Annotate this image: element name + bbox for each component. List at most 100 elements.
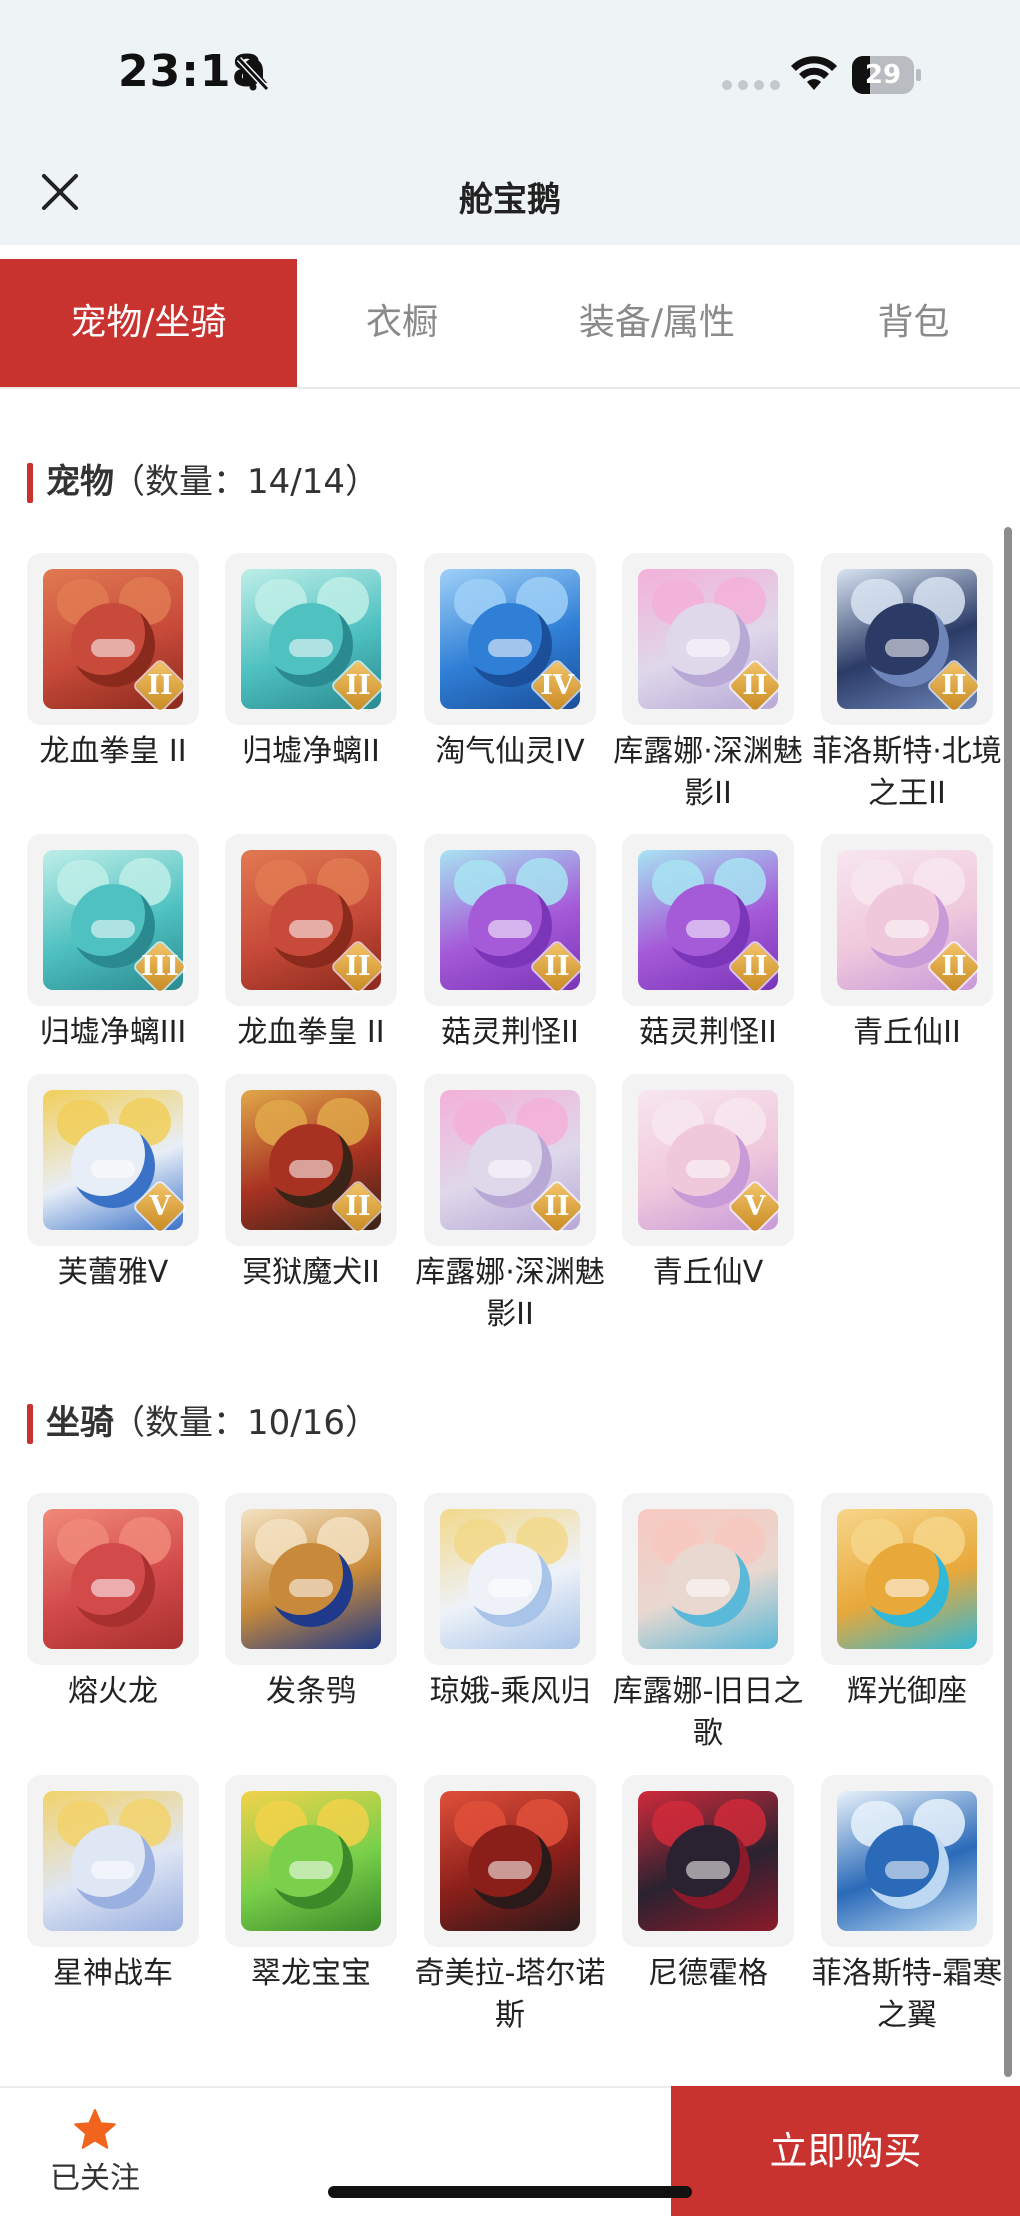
- pet-thumbnail: III: [27, 834, 199, 1006]
- rank-badge-text: II: [544, 951, 570, 982]
- rank-badge: II: [332, 941, 384, 993]
- mount-portrait-image: [837, 1791, 977, 1931]
- mount-item[interactable]: 熔火龙: [27, 1493, 199, 1713]
- pet-label: 菲洛斯特·北境之王II: [812, 734, 1002, 811]
- pet-thumbnail: II: [225, 1074, 397, 1246]
- pet-thumbnail: V: [27, 1074, 199, 1246]
- pet-item[interactable]: II 龙血拳皇 II: [225, 834, 397, 1054]
- tab-wardrobe[interactable]: 衣橱: [297, 259, 507, 387]
- mount-label: 尼德霍格: [648, 1956, 768, 1991]
- rank-badge: II: [134, 660, 186, 712]
- bell-muted-icon: [236, 56, 270, 92]
- mount-item[interactable]: 尼德霍格: [622, 1775, 794, 1995]
- mount-item[interactable]: 翠龙宝宝: [225, 1775, 397, 1995]
- tab-bar: 宠物/坐骑 衣橱 装备/属性 背包: [0, 259, 1020, 389]
- mount-item[interactable]: 辉光御座: [821, 1493, 993, 1713]
- mount-label: 熔火龙: [68, 1674, 158, 1709]
- mount-thumbnail: [821, 1775, 993, 1947]
- mount-item[interactable]: 库露娜-旧日之歌: [613, 1493, 803, 1755]
- pet-thumbnail: II: [424, 834, 596, 1006]
- mount-label: 奇美拉-塔尔诺斯: [414, 1956, 606, 2033]
- pet-label: 菇灵荆怪II: [441, 1015, 579, 1050]
- pet-thumbnail: II: [424, 1074, 596, 1246]
- mount-portrait-image: [440, 1509, 580, 1649]
- pet-label: 芙蕾雅V: [57, 1255, 169, 1290]
- mount-portrait-image: [638, 1791, 778, 1931]
- mount-label: 发条鸮: [266, 1674, 356, 1709]
- pet-thumbnail: II: [622, 553, 794, 725]
- mount-item[interactable]: 琼娥-乘风归: [424, 1493, 596, 1713]
- rank-badge: II: [531, 1181, 583, 1233]
- battery-level-text: 29: [864, 60, 902, 90]
- pet-item[interactable]: IV 淘气仙灵IV: [424, 553, 596, 773]
- pet-item[interactable]: II 青丘仙II: [821, 834, 993, 1054]
- pets-section-count: （数量：14/14）: [111, 462, 379, 502]
- mount-label: 星神战车: [53, 1956, 173, 1991]
- pet-label: 龙血拳皇 II: [39, 734, 187, 769]
- pet-item[interactable]: V 青丘仙V: [622, 1074, 794, 1294]
- mount-label: 琼娥-乘风归: [429, 1674, 591, 1709]
- pet-thumbnail: IV: [424, 553, 596, 725]
- mount-thumbnail: [27, 1493, 199, 1665]
- mount-item[interactable]: 奇美拉-塔尔诺斯: [415, 1775, 605, 2037]
- follow-label[interactable]: 已关注: [40, 2153, 150, 2197]
- mount-label: 辉光御座: [847, 1674, 967, 1709]
- mount-thumbnail: [225, 1775, 397, 1947]
- rank-badge-text: III: [141, 951, 179, 982]
- rank-badge-text: II: [345, 670, 371, 701]
- buy-now-button[interactable]: 立即购买: [671, 2086, 1020, 2216]
- mount-portrait-image: [241, 1509, 381, 1649]
- mount-portrait-image: [241, 1791, 381, 1931]
- pet-item[interactable]: II 归墟净螭II: [225, 553, 397, 773]
- mount-item[interactable]: 发条鸮: [225, 1493, 397, 1713]
- rank-badge: III: [134, 941, 186, 993]
- pet-item[interactable]: II 龙血拳皇 II: [27, 553, 199, 773]
- mount-portrait-image: [837, 1509, 977, 1649]
- tab-backpack[interactable]: 背包: [807, 259, 1020, 387]
- mount-portrait-image: [638, 1509, 778, 1649]
- mount-item[interactable]: 菲洛斯特-霜寒之翼: [812, 1775, 1002, 2037]
- rank-badge: V: [134, 1181, 186, 1233]
- tab-equipment-attributes[interactable]: 装备/属性: [507, 259, 807, 387]
- pet-label: 青丘仙V: [652, 1255, 764, 1290]
- home-indicator: [328, 2186, 692, 2198]
- pet-item[interactable]: II 库露娜·深渊魅影II: [613, 553, 803, 815]
- rank-badge: II: [332, 1181, 384, 1233]
- rank-badge-text: II: [544, 1191, 570, 1222]
- rank-badge: II: [928, 941, 980, 993]
- rank-badge: II: [729, 660, 781, 712]
- pet-item[interactable]: II 菇灵荆怪II: [424, 834, 596, 1054]
- scrollbar[interactable]: [1004, 527, 1012, 2077]
- pet-item[interactable]: V 芙蕾雅V: [27, 1074, 199, 1294]
- mount-thumbnail: [27, 1775, 199, 1947]
- mount-thumbnail: [622, 1493, 794, 1665]
- mounts-section-count: （数量：10/16）: [111, 1403, 379, 1443]
- pet-label: 淘气仙灵IV: [435, 734, 585, 769]
- pet-thumbnail: II: [27, 553, 199, 725]
- rank-badge: II: [928, 660, 980, 712]
- star-icon[interactable]: [73, 2108, 117, 2152]
- rank-badge-text: II: [742, 951, 768, 982]
- mounts-section-title: 坐骑: [46, 1403, 114, 1443]
- pet-item[interactable]: II 菲洛斯特·北境之王II: [812, 553, 1002, 815]
- battery-icon: 29: [852, 56, 922, 94]
- app-page: 23:18 29 舱宝鹅 宠物/坐骑 衣橱 装备/属性 背包 宠物 （数量：14…: [0, 0, 1020, 2216]
- tab-pets-mounts[interactable]: 宠物/坐骑: [0, 259, 297, 387]
- rank-badge-text: II: [742, 670, 768, 701]
- pet-item[interactable]: II 冥狱魔犬II: [225, 1074, 397, 1294]
- pet-label: 归墟净螭II: [242, 734, 380, 769]
- pet-thumbnail: II: [225, 834, 397, 1006]
- rank-badge-text: II: [345, 1191, 371, 1222]
- mount-thumbnail: [622, 1775, 794, 1947]
- pet-label: 青丘仙II: [853, 1015, 961, 1050]
- mount-portrait-image: [43, 1791, 183, 1931]
- pet-item[interactable]: III 归墟净螭III: [27, 834, 199, 1054]
- rank-badge: V: [729, 1181, 781, 1233]
- rank-badge-text: IV: [540, 670, 574, 701]
- mount-item[interactable]: 星神战车: [27, 1775, 199, 1995]
- content-area: 宠物 （数量：14/14） II 龙血拳皇 II II 归墟净螭II IV 淘气仙灵IV I…: [0, 389, 1020, 2054]
- pet-item[interactable]: II 菇灵荆怪II: [622, 834, 794, 1054]
- pet-item[interactable]: II 库露娜·深渊魅影II: [415, 1074, 605, 1336]
- rank-badge: II: [332, 660, 384, 712]
- section-accent-bar: [27, 463, 33, 503]
